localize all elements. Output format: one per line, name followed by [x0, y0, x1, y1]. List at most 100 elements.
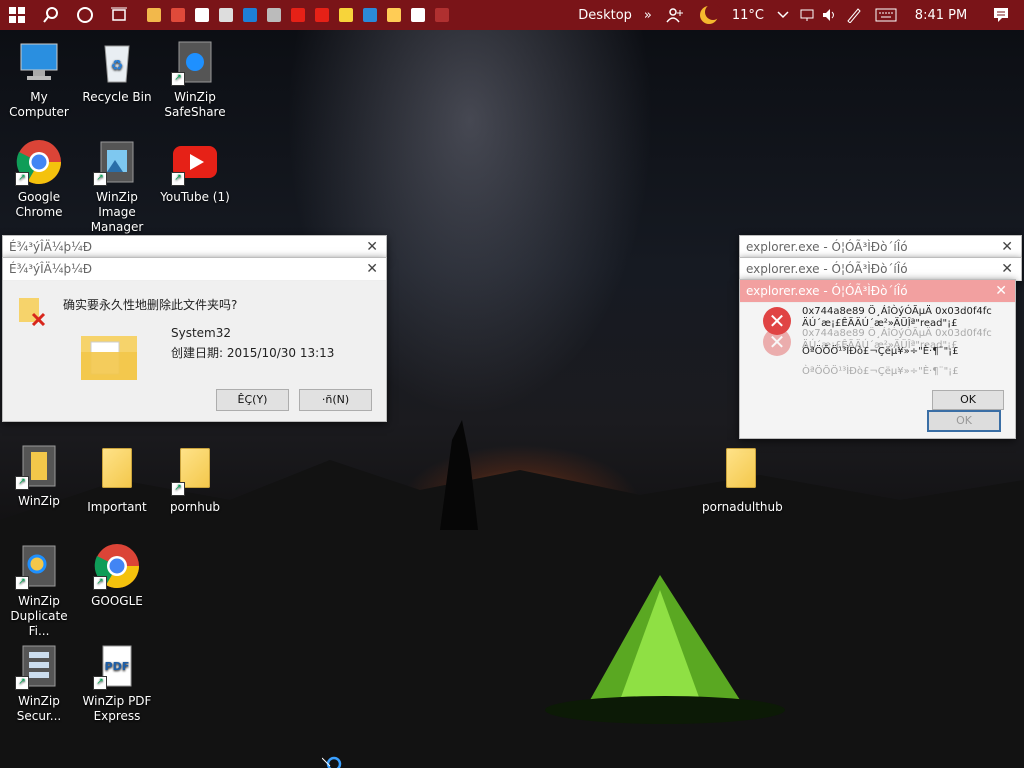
computer-icon — [20, 43, 58, 80]
close-icon[interactable]: ✕ — [1001, 239, 1013, 255]
desktop-icon-pornadulthub[interactable]: pornadulthub — [702, 442, 783, 515]
volume-button[interactable] — [818, 0, 840, 30]
pen-icon — [847, 8, 861, 23]
weather-button[interactable] — [692, 0, 726, 30]
file-explorer-icon-glyph — [147, 8, 161, 22]
game-icon[interactable] — [430, 0, 454, 30]
folder-name: System32 — [171, 326, 232, 340]
desktop-icon-youtube[interactable]: ↗ YouTube (1) — [156, 138, 234, 205]
folder-icon — [726, 448, 756, 488]
desktop-icon-google-chrome[interactable]: ↗ Google Chrome — [0, 138, 78, 220]
error-icon-ghost: ✕ — [763, 328, 791, 356]
system-tray: Desktop » 11°C 8:41 PM — [572, 0, 1024, 30]
taskbar: Desktop » 11°C 8:41 PM — [0, 0, 1024, 30]
desktop-icon-my-computer[interactable]: My Computer — [0, 38, 78, 120]
folder-icon — [102, 448, 132, 488]
desktop-icon-label: Important — [87, 500, 147, 514]
photos-icon[interactable] — [262, 0, 286, 30]
desktop-icon-winzip-image-manager[interactable]: ↗ WinZip Image Manager — [78, 138, 156, 235]
monitor-icon[interactable] — [238, 0, 262, 30]
recycle-bin-icon: ♻ — [104, 45, 130, 83]
store-icon[interactable] — [190, 0, 214, 30]
sticky-notes-icon[interactable] — [334, 0, 358, 30]
error-dialog-back: explorer.exe - Ó¦ÓÃ³ÌÐò´íÎó ✕ — [739, 235, 1022, 259]
toolbar-chevron-icon[interactable]: » — [638, 8, 658, 23]
clock[interactable]: 8:41 PM — [904, 8, 978, 23]
desktop-icon-label: WinZip Duplicate Fi... — [10, 594, 68, 638]
network-button[interactable] — [796, 0, 818, 30]
task-view-icon — [111, 7, 127, 21]
svg-text:PDF: PDF — [105, 660, 130, 673]
7zip-icon[interactable] — [406, 0, 430, 30]
desktop-icon-label: YouTube (1) — [160, 190, 230, 204]
windows-icon — [9, 7, 25, 23]
notification-icon — [994, 8, 1008, 22]
temperature-label[interactable]: 11°C — [726, 8, 770, 23]
start-button[interactable] — [0, 0, 34, 30]
task-view-button[interactable] — [102, 0, 136, 30]
desktop-toolbar-label[interactable]: Desktop — [572, 8, 638, 23]
desktop-icon-label: GOOGLE — [91, 594, 143, 608]
desktop-icon-label: Recycle Bin — [82, 90, 152, 104]
error-message-line: 0x744a8e89 Ö¸ÁîÒýÓÃµÄ 0x03d0f4fc — [802, 306, 992, 317]
monitor-icon-glyph — [243, 8, 257, 22]
action-center-button[interactable] — [978, 0, 1024, 30]
cortana-icon — [77, 7, 93, 23]
chrome-icon-glyph — [171, 8, 185, 22]
ok-button-ghost[interactable]: OK — [927, 410, 1001, 432]
folder-preview-icon — [81, 336, 137, 380]
network-icon — [800, 9, 814, 21]
dialog-title: explorer.exe - Ó¦ÓÃ³ÌÐò´íÎó — [746, 284, 908, 298]
file-explorer-icon[interactable] — [142, 0, 166, 30]
youtube-icon-2[interactable] — [310, 0, 334, 30]
close-icon[interactable]: ✕ — [366, 239, 378, 255]
pinned-apps — [142, 0, 454, 30]
desktop-icon-winzip-duplicate[interactable]: ↗ WinZip Duplicate Fi... — [0, 542, 78, 639]
desktop-icon-winzip-safeshare[interactable]: ↗ WinZip SafeShare — [156, 38, 234, 120]
error-message: 0x744a8e89 Ö¸ÁîÒýÓÃµÄ 0x03d0f4fc ÄÚ´æ¡£Ê… — [802, 306, 992, 330]
touch-keyboard-button[interactable] — [868, 0, 904, 30]
desktop-icon-label: WinZip PDF Express — [82, 694, 152, 723]
desktop-icon-pornhub[interactable]: ↗ pornhub — [156, 442, 234, 515]
desktop-icon-label: pornadulthub — [702, 500, 783, 514]
roblox-icon[interactable] — [214, 0, 238, 30]
delete-dialog-back: É¾³ýÎÄ¼þ¼Ð ✕ — [2, 235, 387, 259]
photo-viewer-icon[interactable] — [382, 0, 406, 30]
pen-button[interactable] — [840, 0, 868, 30]
desktop-icon-label: WinZip Image Manager — [90, 190, 144, 234]
game-icon-glyph — [435, 8, 449, 22]
busy-cursor-icon — [322, 756, 342, 768]
close-icon[interactable]: ✕ — [366, 261, 378, 277]
youtube-icon[interactable] — [286, 0, 310, 30]
desktop-icon-label: WinZip Secur... — [16, 694, 62, 723]
desktop-icon-winzip-pdf[interactable]: PDF ↗ WinZip PDF Express — [78, 642, 156, 724]
desktop-icon-label: pornhub — [169, 500, 221, 514]
close-icon[interactable]: ✕ — [995, 283, 1007, 299]
tray-overflow-button[interactable] — [770, 0, 796, 30]
dialog-title: É¾³ýÎÄ¼þ¼Ð — [9, 240, 93, 254]
folder-delete-icon — [19, 298, 46, 326]
folder-created-date: 创建日期: 2015/10/30 13:13 — [171, 346, 335, 360]
moon-icon — [699, 4, 720, 24]
chevron-down-icon — [777, 11, 789, 19]
ok-button[interactable]: OK — [932, 390, 1004, 410]
desktop-icon-winzip-secure[interactable]: ↗ WinZip Secur... — [0, 642, 78, 724]
no-button[interactable]: ·ñ(N) — [299, 389, 372, 411]
desktop-icon-google[interactable]: ↗ GOOGLE — [78, 542, 156, 609]
edge-icon[interactable] — [358, 0, 382, 30]
error-dialog-mid: explorer.exe - Ó¦ÓÃ³ÌÐò´íÎó ✕ — [739, 257, 1022, 281]
search-button[interactable] — [34, 0, 68, 30]
people-button[interactable] — [658, 0, 692, 30]
edge-icon-glyph — [363, 8, 377, 22]
desktop-icon-important[interactable]: Important — [78, 442, 156, 515]
chrome-icon[interactable] — [166, 0, 190, 30]
photo-viewer-icon-glyph — [387, 8, 401, 22]
sticky-notes-icon-glyph — [339, 8, 353, 22]
store-icon-glyph — [195, 8, 209, 22]
yes-button[interactable]: ÊÇ(Y) — [216, 389, 289, 411]
cortana-button[interactable] — [68, 0, 102, 30]
desktop-icon-winzip[interactable]: ↗ WinZip — [0, 442, 78, 509]
desktop-icon-recycle-bin[interactable]: ♻ Recycle Bin — [78, 38, 156, 105]
svg-text:♻: ♻ — [111, 58, 124, 74]
close-icon[interactable]: ✕ — [1001, 261, 1013, 277]
